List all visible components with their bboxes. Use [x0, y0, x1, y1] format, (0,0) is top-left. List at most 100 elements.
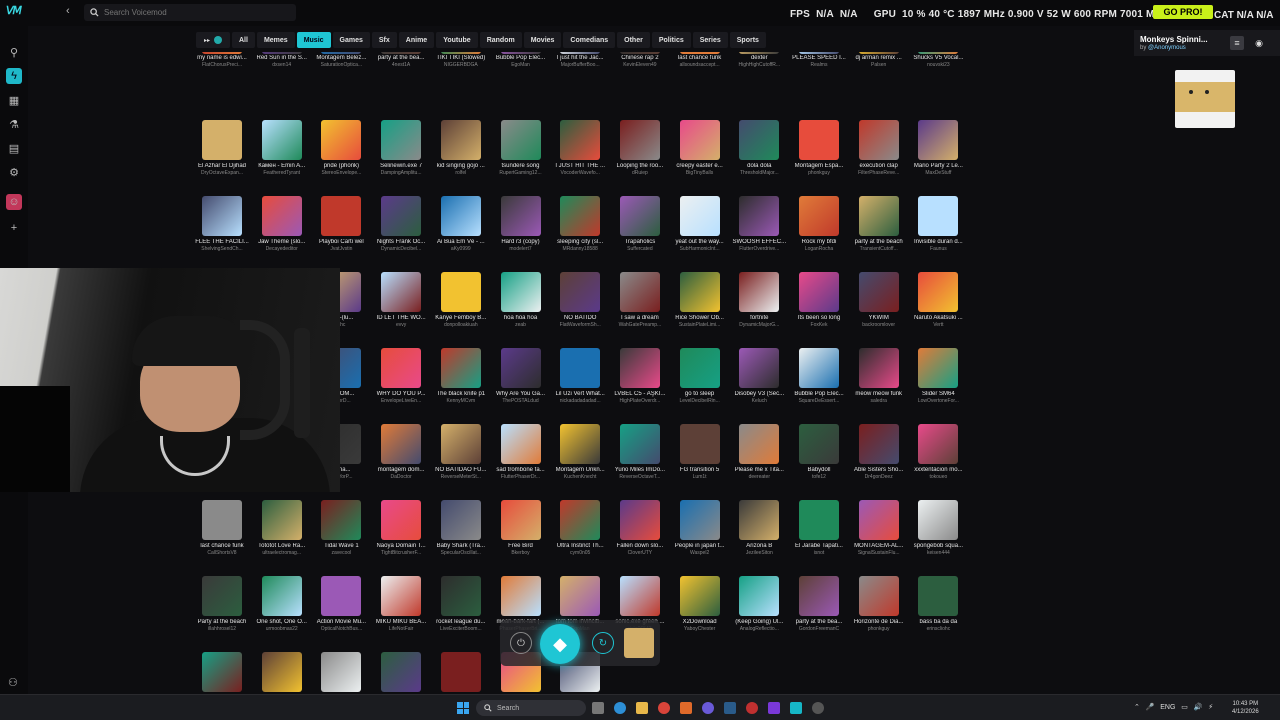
- profile-avatar[interactable]: ☺: [6, 194, 22, 210]
- soundboard-icon[interactable]: ϟ: [6, 68, 22, 84]
- steam-icon[interactable]: [724, 702, 736, 714]
- sound-tile[interactable]: meow meow funk saledra: [849, 348, 909, 404]
- sound-tile[interactable]: Montagem Belez... SaturationOptica...: [311, 52, 371, 68]
- sound-tile[interactable]: FLEE THE FACILI... ShelvingSendCh...: [192, 196, 252, 252]
- sound-tile[interactable]: fortnite DynamicMajorG...: [729, 272, 789, 328]
- sound-tile[interactable]: TIKI TIKI (Slowed) NIGGERBDGA: [431, 52, 491, 68]
- file-explorer-icon[interactable]: [636, 702, 648, 714]
- category-tab-random[interactable]: Random: [479, 32, 522, 48]
- sound-tile[interactable]: Shucks V5 Vocal... nouvski23: [908, 52, 968, 68]
- sound-tile[interactable]: Naoya Domain T... TightBitcrusherF...: [371, 500, 431, 556]
- sliders-icon[interactable]: ≡: [1230, 36, 1244, 50]
- sound-tile[interactable]: Mario Party 2 Le... MaxDeStuff: [908, 120, 968, 176]
- play-diamond-button[interactable]: ◆: [540, 624, 580, 664]
- sound-tile[interactable]: NO BATIDO FlatWaveformSh...: [550, 272, 610, 328]
- sound-tile[interactable]: YKWIM backroomlover: [849, 272, 909, 328]
- sound-tile[interactable]: yeat out the way... SubHarmonicInt...: [670, 196, 730, 252]
- language-indicator[interactable]: ENG: [1160, 704, 1175, 711]
- sound-tile[interactable]: dexter HighHighCutoffR...: [729, 52, 789, 68]
- sound-tile[interactable]: Tidal Wave 1 zavecool: [311, 500, 371, 556]
- sound-tile[interactable]: Able Sisters Sho... Dr4gonDeez: [849, 424, 909, 480]
- sound-tile[interactable]: Its been so long FoxKek: [789, 272, 849, 328]
- sound-tile[interactable]: Free Bird Bkerboy: [491, 500, 551, 556]
- sound-tile[interactable]: sad trombone fa... FlutterPhaserDr...: [491, 424, 551, 480]
- category-tab-politics[interactable]: Politics: [651, 32, 691, 48]
- sound-tile[interactable]: Action Movie Mu... OpticalNotchBus...: [311, 576, 371, 632]
- settings-taskbar-icon[interactable]: [812, 702, 824, 714]
- sound-tile[interactable]: Bubble Pop Elec... SquareDeEssert...: [789, 348, 849, 404]
- power-icon[interactable]: ⏻: [510, 632, 532, 654]
- sound-tile[interactable]: juice wrld nigr: [311, 652, 371, 692]
- sound-tile[interactable]: Selinewin.exe 7 DampingAmplitu...: [371, 120, 431, 176]
- sound-tile[interactable]: Party at the beach illahhrosel12: [192, 576, 252, 632]
- app-orange-icon[interactable]: [680, 702, 692, 714]
- sound-tile[interactable]: Montagem Unkn... KuchenKnecht: [550, 424, 610, 480]
- sound-tile[interactable]: Naruto Akatsuki ... Vertt: [908, 272, 968, 328]
- app-red-icon[interactable]: [746, 702, 758, 714]
- sound-tile[interactable]: Hard r3 (copy) modelert7: [491, 196, 551, 252]
- sound-tile[interactable]: rocket league du... LiveExciterBoom...: [431, 576, 491, 632]
- sound-tile[interactable]: People in japan t... Waspel2: [670, 500, 730, 556]
- taskbar-search[interactable]: Search: [476, 700, 586, 716]
- sound-tile[interactable]: dj arman remix ... Palsen: [849, 52, 909, 68]
- sound-tile[interactable]: xxxtentacion mo... tokoueo: [908, 424, 968, 480]
- category-filter-toggle[interactable]: ▸▸: [196, 32, 230, 48]
- sound-tile[interactable]: go to sleep LevelDecibelRin...: [670, 348, 730, 404]
- sound-tile[interactable]: my name is edwi... FlatChorusPreci...: [192, 52, 252, 68]
- taskbar-clock[interactable]: 10:43 PM 4/12/2026: [1232, 700, 1259, 716]
- category-tab-anime[interactable]: Anime: [398, 32, 435, 48]
- sound-tile[interactable]: MONTAGEM-AL... SignalSustainFlu...: [849, 500, 909, 556]
- sound-tile[interactable]: Horizonte de Dia... phonkguy: [849, 576, 909, 632]
- sound-tile[interactable]: Камен - Emin A... FeatheredTyrant: [252, 120, 312, 176]
- lab-flask-icon[interactable]: ⚗: [6, 116, 22, 132]
- sound-tile[interactable]: Invisible duran d... Faunus: [908, 196, 968, 252]
- sound-tile[interactable]: NO BATIDÃO FU... ReverseMeterSt...: [431, 424, 491, 480]
- edge-icon[interactable]: [614, 702, 626, 714]
- sound-tile[interactable]: Please me x Tita... deereater: [729, 424, 789, 480]
- sound-tile[interactable]: sí sí all Funk: [192, 652, 252, 692]
- add-icon[interactable]: +: [6, 220, 22, 236]
- sound-tile[interactable]: PLEASE SPEED I... Realms: [789, 52, 849, 68]
- sound-tile[interactable]: party at the bea... 4nest1A: [371, 52, 431, 68]
- sound-tile[interactable]: El Azhar El Djihad DryOctaveExpan...: [192, 120, 252, 176]
- sound-tile[interactable]: Yuno Miles ImDo... ReverseOctaveT...: [610, 424, 670, 480]
- sound-tile[interactable]: Why Are You Ga... ThePOSTALdud: [491, 348, 551, 404]
- settings-gear-icon[interactable]: ⚙: [6, 164, 22, 180]
- sound-tile[interactable]: Rice Shower Ob... SustainPlateLimi...: [670, 272, 730, 328]
- category-tab-memes[interactable]: Memes: [256, 32, 295, 48]
- sound-tile[interactable]: Tototot Love Ra... ultraelectromag...: [252, 500, 312, 556]
- sound-tile[interactable]: El Jarabe Tapati... isnot: [789, 500, 849, 556]
- sound-tile[interactable]: party at the beach TransientCutoff...: [849, 196, 909, 252]
- sound-tile[interactable]: tsundere song RupertGaming12...: [491, 120, 551, 176]
- category-tab-comedians[interactable]: Comedians: [563, 32, 616, 48]
- sound-tile[interactable]: last chance funk allsoundsaccept...: [670, 52, 730, 68]
- category-tab-series[interactable]: Series: [692, 32, 728, 48]
- sound-tile[interactable]: Ai Bua Em Vẽ - ... aKy0999: [431, 196, 491, 252]
- sound-tile[interactable]: Playboi Carti wel JvatJvstin: [311, 196, 371, 252]
- search-input[interactable]: [104, 8, 284, 17]
- selected-sound-thumbnail[interactable]: [1175, 70, 1235, 128]
- sound-tile[interactable]: Babydoll tofe12: [789, 424, 849, 480]
- chrome-icon[interactable]: [658, 702, 670, 714]
- sound-tile[interactable]: Arizona B JezileeSiton: [729, 500, 789, 556]
- sound-tile[interactable]: montagem dom... DaDoctor: [371, 424, 431, 480]
- sound-tile[interactable]: The black knife p1 KennyMCvm: [431, 348, 491, 404]
- sound-tile[interactable]: hoa hoa hoa zeab: [491, 272, 551, 328]
- sound-tile[interactable]: MATADORA pt1: [252, 652, 312, 692]
- sound-tile[interactable]: Baby Shark (Tra... SpecularOscillat...: [431, 500, 491, 556]
- sound-tile[interactable]: Slider SM64 LowOvertoneFor...: [908, 348, 968, 404]
- user-account-icon[interactable]: ⚇: [8, 676, 18, 689]
- sound-tile[interactable]: sleeping city (sl... MRdanny18588: [550, 196, 610, 252]
- sound-tile[interactable]: kid singing gojo ... rolfel: [431, 120, 491, 176]
- go-pro-button[interactable]: GO PRO!: [1153, 5, 1213, 19]
- sound-tile[interactable]: Trapaholics Suffercated: [610, 196, 670, 252]
- back-arrow-icon[interactable]: ‹: [66, 5, 70, 17]
- sound-tile[interactable]: Chinese rap 2 KevinEleven49: [610, 52, 670, 68]
- apps-grid-icon[interactable]: ▦: [6, 92, 22, 108]
- sound-tile[interactable]: bass ba da da erinscliohc: [908, 576, 968, 632]
- twitch-icon[interactable]: [768, 702, 780, 714]
- sound-tile[interactable]: Trippin on Love f...: [431, 652, 491, 692]
- sound-tile[interactable]: Montagem Espa... phonkguy: [789, 120, 849, 176]
- sound-tile[interactable]: dola dola ThresholdMajor...: [729, 120, 789, 176]
- sound-tile[interactable]: MIKU MIKU BEA... LifeNotFair: [371, 576, 431, 632]
